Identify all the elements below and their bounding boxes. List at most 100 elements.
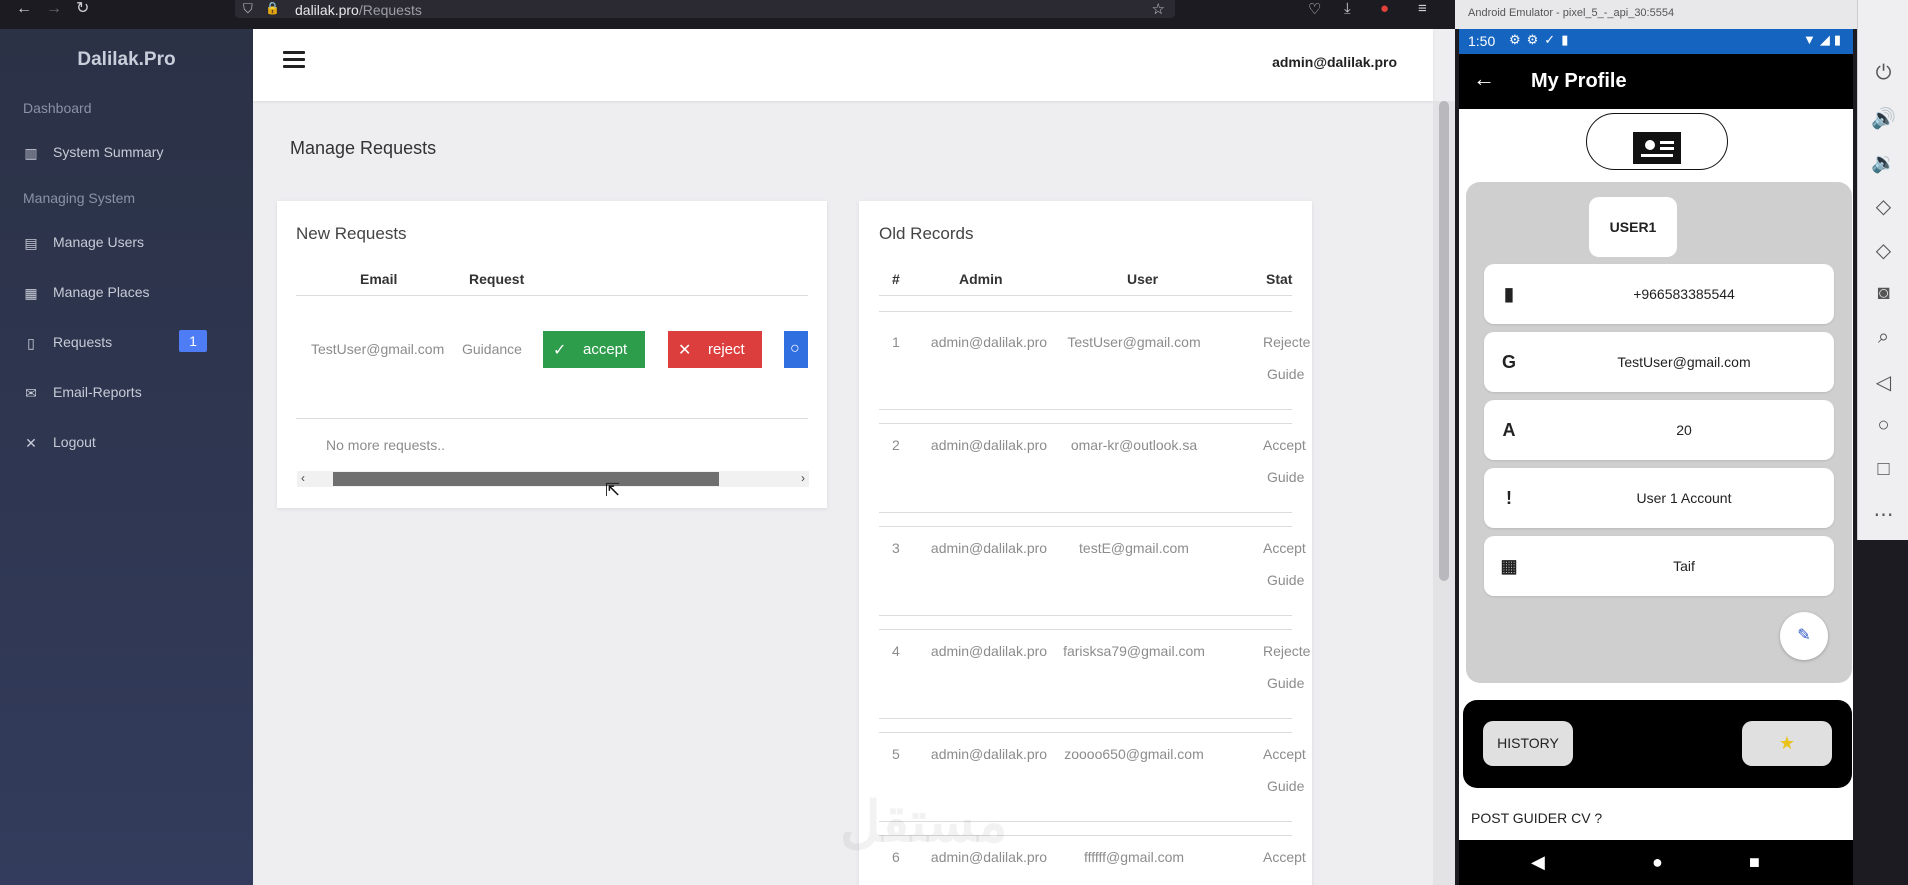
record-user: farisksa79@gmail.com — [1063, 643, 1205, 659]
record-status: Accept — [1263, 437, 1306, 453]
nav-back-icon[interactable]: ◀ — [1531, 852, 1545, 873]
sidebar: Dalilak.Pro Dashboard ▥ System Summary M… — [0, 29, 253, 885]
emulator-title-bar: Android Emulator - pixel_5_-_api_30:5554 — [1455, 0, 1857, 29]
scroll-left-icon[interactable]: ‹ — [301, 471, 305, 485]
column-header-email: Email — [360, 271, 398, 287]
more-icon[interactable]: ⋯ — [1858, 502, 1908, 527]
sidebar-item-system-summary[interactable]: ▥ System Summary — [0, 135, 253, 171]
record-type: Guide — [1267, 778, 1305, 794]
record-type: Guide — [1267, 572, 1305, 588]
top-header: admin@dalilak.pro — [253, 29, 1433, 101]
record-num: 5 — [892, 746, 900, 762]
close-icon: ✕ — [25, 435, 37, 451]
back-icon[interactable]: ◁ — [1858, 370, 1908, 395]
nav-recents-icon[interactable]: ■ — [1749, 852, 1760, 873]
scrollbar-thumb[interactable] — [1439, 101, 1449, 581]
column-header-user: User — [1127, 271, 1159, 287]
record-num: 2 — [892, 437, 900, 453]
page-scrollbar[interactable] — [1433, 101, 1455, 885]
sidebar-section-managing: Managing System — [23, 190, 136, 206]
scrollbar-thumb[interactable] — [333, 472, 719, 486]
zoom-icon[interactable]: ⌕ — [1858, 326, 1908, 349]
sidebar-section-dashboard: Dashboard — [23, 100, 92, 116]
back-icon[interactable]: ← — [16, 0, 32, 18]
pocket-icon[interactable]: ♡ — [1308, 0, 1321, 18]
profile-field-value: Taif — [1673, 558, 1695, 574]
accept-label: accept — [583, 341, 628, 358]
extension-icon[interactable]: ● — [1380, 0, 1389, 17]
divider — [879, 718, 1292, 719]
record-status: Accept — [1263, 540, 1306, 556]
pencil-icon: ✎ — [1797, 627, 1811, 644]
favorites-button[interactable]: ★ — [1742, 721, 1832, 766]
id-card-icon — [1633, 132, 1681, 164]
url-host: dalilak.pro — [295, 2, 359, 18]
card-title: New Requests — [296, 224, 407, 243]
nav-home-icon[interactable]: ● — [1652, 852, 1663, 873]
profile-field[interactable]: G TestUser@gmail.com — [1484, 332, 1834, 392]
home-icon[interactable]: ○ — [1858, 414, 1908, 437]
reload-icon[interactable]: ↻ — [76, 0, 89, 18]
record-num: 4 — [892, 643, 900, 659]
sidebar-item-email-reports[interactable]: ✉ Email-Reports — [0, 375, 253, 411]
forward-icon[interactable]: → — [46, 0, 62, 18]
profile-field[interactable]: ▦ Taif — [1484, 536, 1834, 596]
profile-field[interactable]: ▮ +966583385544 — [1484, 264, 1834, 324]
id-card-button[interactable] — [1586, 113, 1728, 170]
accept-button[interactable]: ✓ accept — [543, 331, 645, 368]
sidebar-item-manage-places[interactable]: ▦ Manage Places — [0, 275, 253, 311]
post-cv-link[interactable]: POST GUIDER CV ? — [1471, 810, 1602, 826]
bookmark-star-icon[interactable]: ☆ — [1152, 0, 1165, 18]
url-path: /Requests — [358, 2, 422, 18]
web-page: Dalilak.Pro Dashboard ▥ System Summary M… — [0, 29, 1455, 885]
hamburger-menu-icon[interactable] — [283, 51, 305, 68]
new-requests-card: New Requests Email Request TestUser@gmai… — [277, 201, 827, 508]
overview-icon[interactable]: □ — [1858, 458, 1908, 481]
history-button[interactable]: HISTORY — [1483, 721, 1573, 766]
edit-button[interactable]: ✎ — [1780, 612, 1828, 660]
lock-icon: 🔒 — [265, 1, 280, 15]
profile-field[interactable]: ! User 1 Account — [1484, 468, 1834, 528]
record-type: Guide — [1267, 366, 1305, 382]
profile-field-value: TestUser@gmail.com — [1617, 354, 1751, 370]
power-icon[interactable]: ⏻ — [1858, 62, 1908, 85]
brand-logo[interactable]: Dalilak.Pro — [0, 49, 253, 71]
camera-icon[interactable]: ◙ — [1858, 282, 1908, 305]
volume-up-icon[interactable]: 🔊 — [1858, 106, 1908, 131]
view-button[interactable]: ○ — [784, 331, 808, 368]
menu-icon[interactable]: ≡ — [1418, 0, 1427, 17]
record-type: Guide — [1267, 675, 1305, 691]
sidebar-item-logout[interactable]: ✕ Logout — [0, 425, 253, 461]
table-horizontal-scrollbar[interactable]: ‹ › — [297, 471, 809, 487]
close-icon: ✕ — [678, 342, 692, 359]
sidebar-item-label: Logout — [53, 434, 96, 450]
record-status: Rejecte — [1263, 643, 1311, 659]
current-user-email[interactable]: admin@dalilak.pro — [1272, 54, 1397, 70]
empty-requests-text: No more requests.. — [326, 437, 446, 453]
desktop-background — [1857, 540, 1908, 885]
mail-icon: ✉ — [25, 385, 37, 401]
request-type: Guidance — [462, 341, 522, 357]
phone-icon: ▮ — [1504, 284, 1514, 304]
profile-field[interactable]: A 20 — [1484, 400, 1834, 460]
app-title: My Profile — [1531, 70, 1627, 92]
star-icon: ★ — [1778, 733, 1796, 753]
volume-down-icon[interactable]: 🔉 — [1858, 150, 1908, 175]
record-user: zoooo650@gmail.com — [1064, 746, 1204, 762]
watermark-logo: مستقل — [840, 790, 1008, 853]
download-icon[interactable]: ⤓ — [1344, 0, 1351, 17]
rotate-left-icon[interactable]: ◇ — [1858, 194, 1908, 219]
rotate-right-icon[interactable]: ◇ — [1858, 238, 1908, 263]
sidebar-item-requests[interactable]: ▯ Requests 1 — [0, 325, 253, 361]
sidebar-item-label: Requests — [53, 334, 113, 350]
back-arrow-icon[interactable]: ← — [1473, 66, 1495, 92]
reject-button[interactable]: ✕ reject — [668, 331, 762, 368]
city-icon: ▦ — [1500, 556, 1518, 576]
google-icon: G — [1501, 352, 1516, 372]
record-num: 1 — [892, 334, 900, 350]
record-type: Guide — [1267, 469, 1305, 485]
address-bar[interactable]: ⛉ 🔒 dalilak.pro/Requests ☆ — [235, 0, 1175, 18]
scroll-right-icon[interactable]: › — [801, 471, 805, 485]
sidebar-item-manage-users[interactable]: ▤ Manage Users — [0, 225, 253, 261]
sidebar-item-label: Manage Places — [53, 284, 150, 300]
